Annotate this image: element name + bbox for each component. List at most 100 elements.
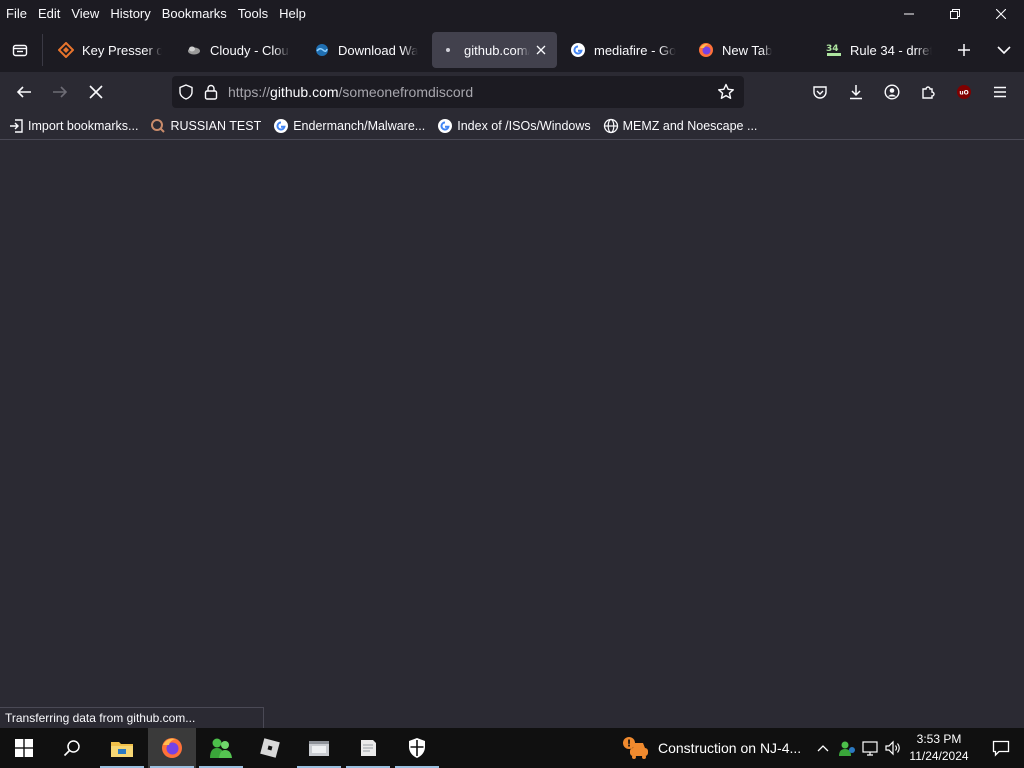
url-bar[interactable]: https://github.com/someonefromdiscord <box>172 76 744 108</box>
firefox-view-button[interactable] <box>0 28 40 72</box>
hamburger-menu-icon <box>994 86 1006 98</box>
chevron-up-icon <box>817 745 829 752</box>
restore-button[interactable] <box>932 0 978 28</box>
messenger-people-icon <box>210 738 232 758</box>
taskbar-windows-security[interactable] <box>393 728 441 768</box>
action-center-button[interactable] <box>978 728 1024 768</box>
pocket-button[interactable] <box>804 76 836 108</box>
menu-file[interactable]: File <box>0 4 32 24</box>
taskbar-notepad[interactable] <box>344 728 392 768</box>
bookmark-star-button[interactable] <box>712 78 740 106</box>
url-text: https://github.com/someonefromdiscord <box>228 84 473 100</box>
close-icon <box>996 9 1006 19</box>
menu-tools[interactable]: Tools <box>232 4 273 24</box>
back-button[interactable] <box>8 76 40 108</box>
tab-title: mediafire - Goo <box>594 42 676 58</box>
tab-mediafire[interactable]: mediafire - Goo <box>562 32 684 68</box>
folder-icon <box>111 742 133 757</box>
tab-title: Cloudy - Cloud <box>210 42 290 58</box>
bookmarks-toolbar: Import bookmarks... RUSSIAN TEST Enderma… <box>0 112 1024 140</box>
navigation-toolbar: https://github.com/someonefromdiscord uO <box>0 72 1024 112</box>
firefox-favicon <box>698 42 714 58</box>
extensions-button[interactable] <box>912 76 944 108</box>
firefox-icon <box>162 738 182 758</box>
shield-icon <box>409 738 425 758</box>
svg-text:uO: uO <box>959 90 968 97</box>
plus-icon <box>958 44 970 56</box>
ublock-icon: uO <box>957 85 971 99</box>
page-content <box>0 141 1024 728</box>
taskbar-app-window[interactable] <box>295 728 343 768</box>
tray-people-icon[interactable] <box>836 728 858 768</box>
traffic-warning-icon: ! <box>622 734 650 762</box>
search-button[interactable] <box>48 728 96 768</box>
volume-icon[interactable] <box>882 728 904 768</box>
tab-strip: Key Presser dow Cloudy - Cloud Download … <box>0 28 1024 72</box>
show-hidden-icons-button[interactable] <box>812 728 834 768</box>
stop-icon <box>89 85 103 99</box>
account-icon <box>884 84 900 100</box>
bookmark-label: Import bookmarks... <box>28 118 139 133</box>
tracking-protection-icon[interactable] <box>172 76 200 108</box>
cloudy-favicon <box>186 42 202 58</box>
bookmark-memz[interactable]: MEMZ and Noescape ... <box>603 118 758 134</box>
bookmark-russian-test[interactable]: RUSSIAN TEST <box>150 118 261 134</box>
menu-edit[interactable]: Edit <box>32 4 65 24</box>
tab-title: Key Presser dow <box>82 42 162 58</box>
app-menu-button[interactable] <box>984 76 1016 108</box>
weather-text: Construction on NJ-4... <box>658 740 802 756</box>
close-window-button[interactable] <box>978 0 1024 28</box>
menu-bookmarks[interactable]: Bookmarks <box>156 4 232 24</box>
taskbar-file-explorer[interactable] <box>98 728 146 768</box>
tab-key-presser[interactable]: Key Presser dow <box>50 32 170 68</box>
wave-favicon <box>314 42 330 58</box>
clock-date: 11/24/2024 <box>909 749 969 763</box>
account-button[interactable] <box>876 76 908 108</box>
windows-logo-icon <box>15 739 33 757</box>
bookmark-endermanch[interactable]: Endermanch/Malware... <box>273 118 425 134</box>
lock-icon[interactable] <box>200 76 222 108</box>
bookmark-label: Endermanch/Malware... <box>293 118 426 133</box>
weather-widget[interactable]: ! Construction on NJ-4... <box>622 728 801 768</box>
ublock-origin-button[interactable]: uO <box>948 76 980 108</box>
minimize-button[interactable] <box>886 0 932 28</box>
svg-text:34: 34 <box>826 44 839 54</box>
download-icon <box>850 85 862 100</box>
taskbar-clock[interactable]: 3:53 PM 11/24/2024 <box>904 731 974 765</box>
taskbar-roblox[interactable] <box>246 728 294 768</box>
tab-cloudy[interactable]: Cloudy - Cloud <box>178 32 298 68</box>
menu-view[interactable]: View <box>65 4 104 24</box>
menu-history[interactable]: History <box>104 4 155 24</box>
new-tab-button[interactable] <box>950 36 978 64</box>
bookmark-label: RUSSIAN TEST <box>170 118 262 133</box>
bookmark-index-isos[interactable]: Index of /ISOs/Windows <box>437 118 591 134</box>
menu-bar: File Edit View History Bookmarks Tools H… <box>0 0 1024 28</box>
taskbar-firefox[interactable] <box>148 728 196 768</box>
bookmark-label: MEMZ and Noescape ... <box>622 118 758 133</box>
puzzle-icon <box>922 86 935 99</box>
url-path: /someonefromdiscord <box>338 84 474 100</box>
notepad-icon <box>361 740 376 756</box>
downloads-button[interactable] <box>840 76 872 108</box>
tab-close-button[interactable] <box>534 42 549 58</box>
russian-test-favicon <box>150 118 166 134</box>
globe-icon <box>603 118 619 134</box>
arrow-right-icon <box>53 86 68 98</box>
tab-new-tab[interactable]: New Tab <box>690 32 810 68</box>
browser-window: File Edit View History Bookmarks Tools H… <box>0 0 1024 728</box>
taskbar-messenger[interactable] <box>197 728 245 768</box>
stop-loading-button[interactable] <box>80 76 112 108</box>
forward-button[interactable] <box>44 76 76 108</box>
google-favicon <box>570 42 586 58</box>
tab-github[interactable]: github.com/ <box>432 32 557 68</box>
network-icon[interactable] <box>860 728 882 768</box>
list-all-tabs-button[interactable] <box>990 36 1018 64</box>
start-button[interactable] <box>0 728 48 768</box>
tab-download-wave[interactable]: Download Wav <box>306 32 426 68</box>
url-host: github.com <box>270 84 339 100</box>
tab-title: github.com/ <box>464 42 530 58</box>
menu-help[interactable]: Help <box>273 4 311 24</box>
bookmark-label: Index of /ISOs/Windows <box>457 118 591 133</box>
bookmark-import[interactable]: Import bookmarks... <box>8 118 138 134</box>
tab-rule34[interactable]: 34 Rule 34 - drretr <box>818 32 940 68</box>
